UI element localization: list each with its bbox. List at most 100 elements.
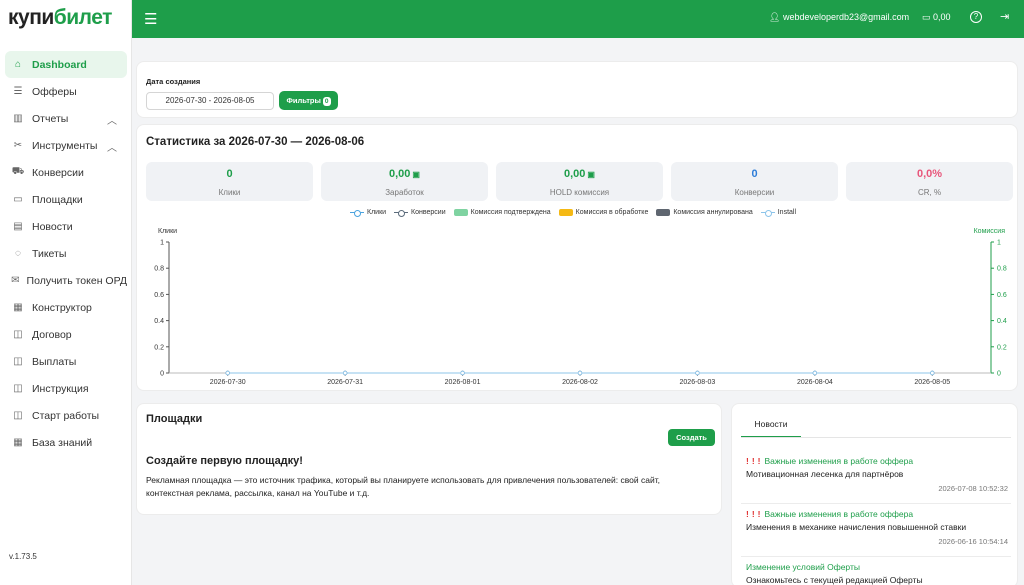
news-tab-divider — [741, 437, 1011, 438]
list-icon: ☰ — [13, 86, 23, 97]
sidebar-item-label: Выплаты — [32, 355, 77, 368]
chat-icon: ◌ — [15, 248, 21, 259]
wallet-icon: ▭ — [922, 12, 931, 22]
platforms-empty-text: Рекламная площадка — это источник трафик… — [146, 475, 661, 498]
balance-value: 0,00 — [933, 12, 951, 22]
news-subtitle: Мотивационная лесенка для партнёров — [746, 469, 904, 479]
chart-point — [225, 370, 230, 376]
date-filter-label: Дата создания — [146, 77, 201, 86]
chart-point — [460, 370, 465, 376]
tab-news[interactable]: Новости — [741, 415, 801, 438]
chart-point — [342, 370, 348, 376]
chevron-up-icon[interactable]: ︿ — [107, 112, 117, 127]
sidebar-item-label: Договор — [32, 328, 72, 341]
grid-icon: ▦ — [13, 302, 23, 313]
filters-count-badge: 0 — [322, 97, 331, 106]
sidebar-nav: ⌂ Dashboard ☰ Офферы ▥ Отчеты ︿ ✂ Инструменты ︿ ⛟ К… — [5, 51, 127, 456]
sidebar-item-label: Отчеты — [32, 112, 69, 125]
book-icon: ◫ — [13, 329, 23, 340]
news-divider — [741, 503, 1011, 504]
x-tick-label: 2026-07-31 — [327, 379, 363, 386]
news-icon: ▤ — [13, 221, 23, 232]
sidebar-item-8[interactable]: ✉ Получить токен ОРД — [5, 267, 127, 294]
filters-button[interactable]: Фильтры 0 — [279, 91, 338, 110]
y-tick-label: 0.8 — [154, 266, 164, 273]
statistics-chart: Клики Комиссия 0 0 0.2 0.2 0.4 0.4 0.6 0.6 0.8 0.8 1… — [154, 228, 1007, 386]
sidebar-item-3[interactable]: ✂ Инструменты ︿ — [5, 132, 127, 159]
sidebar-item-label: Новости — [32, 220, 73, 233]
y2-tick-label: 0.2 — [997, 344, 1007, 351]
create-platform-button[interactable]: Создать — [668, 429, 715, 446]
filter-panel: Дата создания 2026-07-30 - 2026-08-05 Фи… — [136, 61, 1018, 118]
top-bar: ☰ 👤︎ webdeveloperdb23@gmail.com ▭ 0,00 ?… — [132, 0, 1024, 38]
book-icon: ◫ — [13, 356, 23, 367]
user-email: webdeveloperdb23@gmail.com — [782, 12, 910, 22]
date-range-input[interactable]: 2026-07-30 - 2026-08-05 — [146, 92, 274, 110]
x-tick-label: 2026-08-02 — [562, 379, 598, 386]
news-item[interactable]: !!!Важные изменения в работе оффера Мотив… — [746, 456, 1008, 493]
platforms-empty-heading: Создайте первую площадку! — [146, 455, 303, 467]
x-tick-label: 2026-08-03 — [680, 379, 716, 386]
grid-icon: ▦ — [13, 437, 23, 448]
help-icon[interactable]: ? — [970, 11, 982, 23]
user-icon: 👤︎ — [769, 12, 781, 22]
sidebar-item-1[interactable]: ☰ Офферы — [5, 78, 127, 105]
balance[interactable]: ▭ 0,00 — [922, 12, 951, 23]
news-item[interactable]: !!!Важные изменения в работе оффера Измен… — [746, 509, 1008, 546]
news-subtitle: Ознакомьтесь с текущей редакцией Оферты — [746, 575, 923, 585]
y2-tick-label: 0.8 — [997, 266, 1007, 273]
sidebar-item-7[interactable]: ◌ Тикеты — [5, 240, 127, 267]
sidebar-item-4[interactable]: ⛟ Конверсии — [5, 159, 127, 186]
y-tick-label: 0 — [160, 371, 164, 378]
news-panel: Новости !!!Важные изменения в работе офф… — [731, 403, 1018, 585]
x-tick-label: 2026-08-05 — [914, 379, 950, 386]
book-icon: ◫ — [13, 383, 23, 394]
book-icon: ◫ — [13, 410, 23, 421]
logo-part1: купи — [8, 6, 54, 29]
chart-point — [695, 370, 700, 376]
sidebar-item-label: Dashboard — [32, 58, 87, 71]
y2-tick-label: 0.4 — [997, 318, 1007, 325]
user-menu[interactable]: 👤︎ webdeveloperdb23@gmail.com — [769, 12, 909, 23]
news-date: 2026-06-16 10:54:14 — [938, 537, 1008, 546]
logout-icon[interactable]: ⇥ — [1000, 10, 1009, 23]
y-tick-label: 0.6 — [154, 292, 164, 299]
news-date: 2026-07-08 10:52:32 — [938, 484, 1008, 493]
news-title[interactable]: Важные изменения в работе оффера — [765, 456, 914, 466]
sidebar-item-6[interactable]: ▤ Новости — [5, 213, 127, 240]
mail-icon: ✉ — [11, 275, 20, 286]
chart-point — [930, 370, 935, 376]
chevron-up-icon[interactable]: ︿ — [107, 139, 117, 154]
x-tick-label: 2026-07-30 — [210, 379, 246, 386]
important-icon: !!! — [746, 509, 764, 519]
sidebar-item-9[interactable]: ▦ Конструктор — [5, 294, 127, 321]
sidebar-item-label: Инструменты — [32, 139, 98, 152]
chart-point — [812, 370, 818, 376]
statistics-panel: Статистика за 2026-07-30 — 2026-08-06 0К… — [136, 124, 1018, 391]
app-version: v.1.73.5 — [9, 552, 37, 561]
menu-icon[interactable]: ☰ — [144, 10, 157, 28]
x-tick-label: 2026-08-04 — [797, 379, 833, 386]
chart-point — [577, 370, 583, 376]
news-item[interactable]: Изменение условий Оферты Ознакомьтесь с т… — [746, 562, 1008, 585]
sidebar-item-0[interactable]: ⌂ Dashboard — [5, 51, 127, 78]
sidebar-item-14[interactable]: ▦ База знаний — [5, 429, 127, 456]
sidebar-item-5[interactable]: ▭ Площадки — [5, 186, 127, 213]
sidebar-item-2[interactable]: ▥ Отчеты ︿ — [5, 105, 127, 132]
sidebar-item-label: Конструктор — [32, 301, 92, 314]
window-icon: ▭ — [13, 194, 23, 205]
sidebar-item-label: Офферы — [32, 85, 77, 98]
sidebar-item-11[interactable]: ◫ Выплаты — [5, 348, 127, 375]
sidebar-item-label: Конверсии — [32, 166, 84, 179]
sidebar-item-10[interactable]: ◫ Договор — [5, 321, 127, 348]
news-title[interactable]: Важные изменения в работе оффера — [765, 509, 914, 519]
cart-icon: ⛟ — [11, 166, 25, 177]
sidebar-item-13[interactable]: ◫ Старт работы — [5, 402, 127, 429]
sidebar-item-label: База знаний — [32, 436, 93, 449]
sidebar-item-12[interactable]: ◫ Инструкция — [5, 375, 127, 402]
sidebar-item-label: Тикеты — [32, 247, 67, 260]
x-tick-label: 2026-08-01 — [445, 379, 481, 386]
filters-button-label: Фильтры — [286, 96, 321, 105]
logo[interactable]: купибилет — [8, 6, 112, 30]
news-title[interactable]: Изменение условий Оферты — [746, 562, 860, 572]
